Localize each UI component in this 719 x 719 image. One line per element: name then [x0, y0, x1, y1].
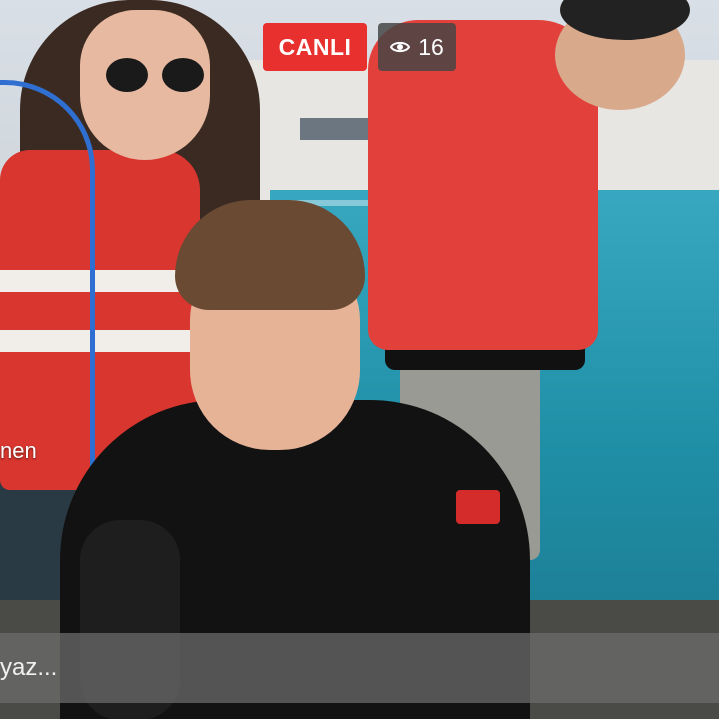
flag-patch: [456, 490, 500, 524]
eye-icon: [390, 40, 411, 54]
viewer-count-badge[interactable]: 16: [378, 23, 456, 71]
comment-username: nen: [0, 438, 37, 463]
live-video-frame: [0, 0, 719, 719]
viewer-count: 16: [418, 33, 444, 60]
live-badge: CANLI: [263, 23, 367, 71]
comment-bar: [0, 633, 719, 703]
boy-hair: [175, 200, 365, 310]
live-label: CANLI: [278, 33, 352, 60]
comment-input[interactable]: [0, 633, 719, 703]
sunglasses: [100, 58, 210, 98]
